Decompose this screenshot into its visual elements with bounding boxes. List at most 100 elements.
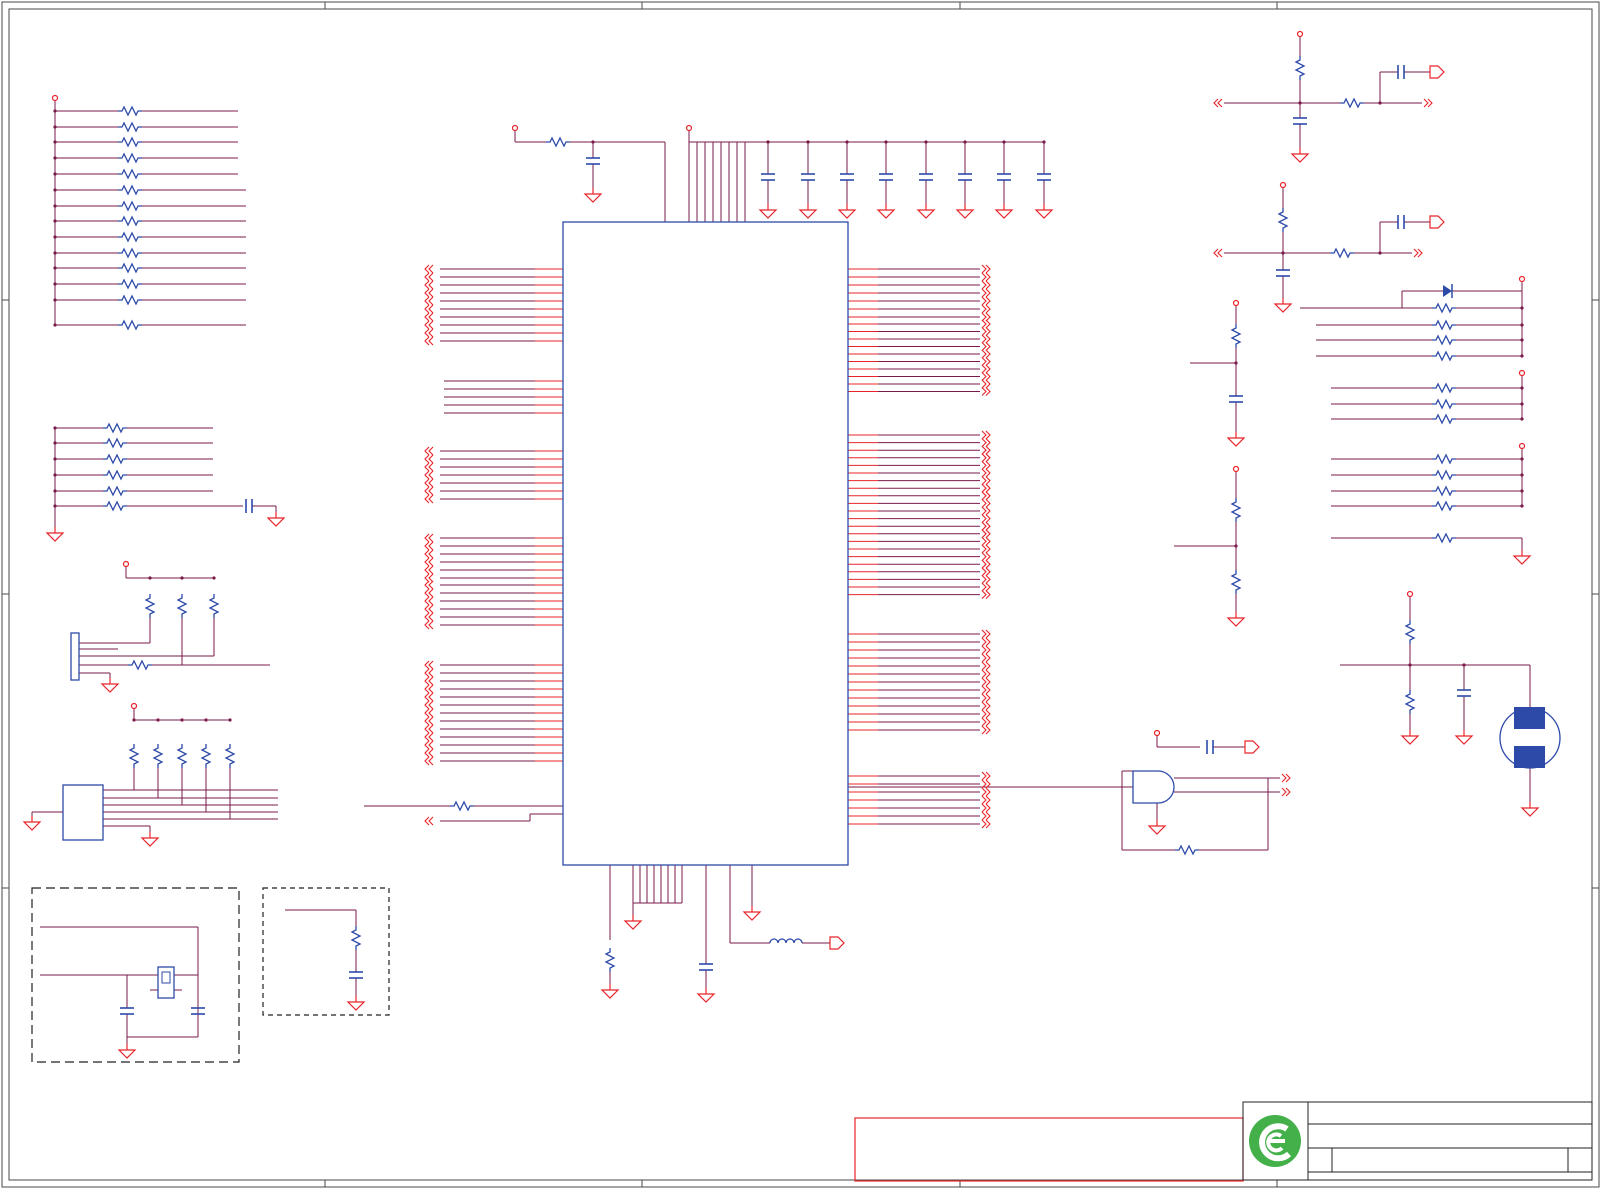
offpage-connector-icon xyxy=(424,573,434,583)
junction-dot xyxy=(53,266,57,270)
junction-dot xyxy=(53,504,57,508)
offpage-connector-icon xyxy=(981,334,991,344)
offpage-connector-icon xyxy=(981,430,991,440)
resistor-icon xyxy=(177,593,187,619)
power-port-icon xyxy=(1429,65,1445,79)
ground-icon xyxy=(917,203,935,219)
offpage-connector-icon xyxy=(424,288,434,298)
capacitor-icon xyxy=(839,173,855,181)
junction-dot xyxy=(1042,140,1046,144)
offpage-connector-icon xyxy=(981,356,991,367)
ground-icon xyxy=(1291,147,1309,163)
offpage-connector-icon xyxy=(981,669,991,679)
offpage-connector-icon xyxy=(424,446,434,456)
ground-icon xyxy=(838,203,856,219)
ground-icon xyxy=(601,983,619,999)
offpage-connector-icon xyxy=(424,748,434,758)
offpage-connector-icon xyxy=(981,693,991,703)
offpage-connector-icon xyxy=(981,264,991,274)
offpage-connector-icon xyxy=(424,486,434,496)
notes-box xyxy=(854,1117,1244,1182)
junction-dot xyxy=(1378,251,1382,255)
junction-dot xyxy=(53,323,57,327)
offpage-connector-icon xyxy=(981,645,991,655)
resistor-icon xyxy=(117,137,143,147)
offpage-connector-icon xyxy=(981,349,991,359)
offpage-connector-icon xyxy=(424,740,434,750)
offpage-connector-icon xyxy=(981,483,991,493)
offpage-connector-icon xyxy=(981,819,991,829)
power-port-icon xyxy=(130,702,138,710)
junction-dot xyxy=(53,251,57,255)
logo-icon xyxy=(1249,1115,1301,1167)
offpage-connector-icon xyxy=(424,620,434,630)
junction-dot xyxy=(204,718,208,722)
ground-icon xyxy=(46,526,64,542)
offpage-connector-icon xyxy=(981,296,991,306)
junction-dot xyxy=(1520,354,1524,358)
resistor-icon xyxy=(102,501,128,511)
offpage-connector-icon xyxy=(981,574,991,584)
capacitor-icon xyxy=(245,498,253,514)
offpage-connector-icon xyxy=(981,629,991,639)
ground-icon xyxy=(995,203,1013,219)
resistor-icon xyxy=(1295,55,1305,81)
buzzer-icon xyxy=(1499,707,1561,769)
junction-dot xyxy=(53,125,57,129)
regulator-ic-icon xyxy=(62,784,104,841)
junction-dot xyxy=(53,109,57,113)
junction-dot xyxy=(924,140,928,144)
power-port-icon xyxy=(829,936,845,950)
resistor-icon xyxy=(1174,845,1200,855)
offpage-connector-icon xyxy=(981,590,991,600)
inductor-icon xyxy=(769,938,803,944)
resistor-icon xyxy=(1405,689,1415,715)
offpage-connector-icon xyxy=(981,521,991,531)
power-port-icon xyxy=(1153,729,1161,737)
junction-dot xyxy=(180,576,184,580)
power-port-icon xyxy=(1244,740,1260,754)
offpage-connector-icon xyxy=(981,364,991,374)
junction-dot xyxy=(1281,251,1285,255)
ground-icon xyxy=(101,677,119,693)
junction-dot xyxy=(148,576,152,580)
junction-dot xyxy=(1520,417,1524,421)
junction-dot xyxy=(963,140,967,144)
crystal-icon xyxy=(157,966,175,999)
junction-dot xyxy=(1520,323,1524,327)
junction-dot xyxy=(53,156,57,160)
resistor-icon xyxy=(1231,569,1241,595)
offpage-connector-icon xyxy=(424,580,434,590)
resistor-icon xyxy=(1431,486,1457,496)
offpage-connector-icon xyxy=(424,684,434,694)
offpage-connector-icon xyxy=(981,567,991,577)
offpage-connector-icon xyxy=(981,438,991,448)
resistor-icon xyxy=(117,201,143,211)
offpage-connector-icon xyxy=(981,514,991,524)
power-port-icon xyxy=(511,124,519,132)
junction-dot xyxy=(1520,473,1524,477)
resistor-icon xyxy=(102,438,128,448)
junction-dot xyxy=(1520,489,1524,493)
junction-dot xyxy=(53,457,57,461)
junction-dot xyxy=(1520,338,1524,342)
offpage-connector-icon xyxy=(424,454,434,464)
ground-icon xyxy=(697,987,715,1003)
junction-dot xyxy=(806,140,810,144)
junction-dot xyxy=(53,441,57,445)
junction-dot xyxy=(132,718,136,722)
title-block xyxy=(854,1101,1593,1182)
power-port-icon xyxy=(685,124,693,132)
resistor-icon xyxy=(201,743,211,769)
offpage-connector-icon xyxy=(981,717,991,727)
junction-dot xyxy=(766,140,770,144)
ground-icon xyxy=(799,203,817,219)
offpage-connector-icon xyxy=(981,677,991,687)
ground-icon xyxy=(743,905,761,921)
capacitor-icon xyxy=(1228,395,1244,403)
junction-dot xyxy=(1234,361,1238,365)
main-ic-body xyxy=(562,221,849,866)
resistor-icon xyxy=(1431,533,1457,543)
junction-dot xyxy=(1234,544,1238,548)
capacitor-icon xyxy=(918,173,934,181)
